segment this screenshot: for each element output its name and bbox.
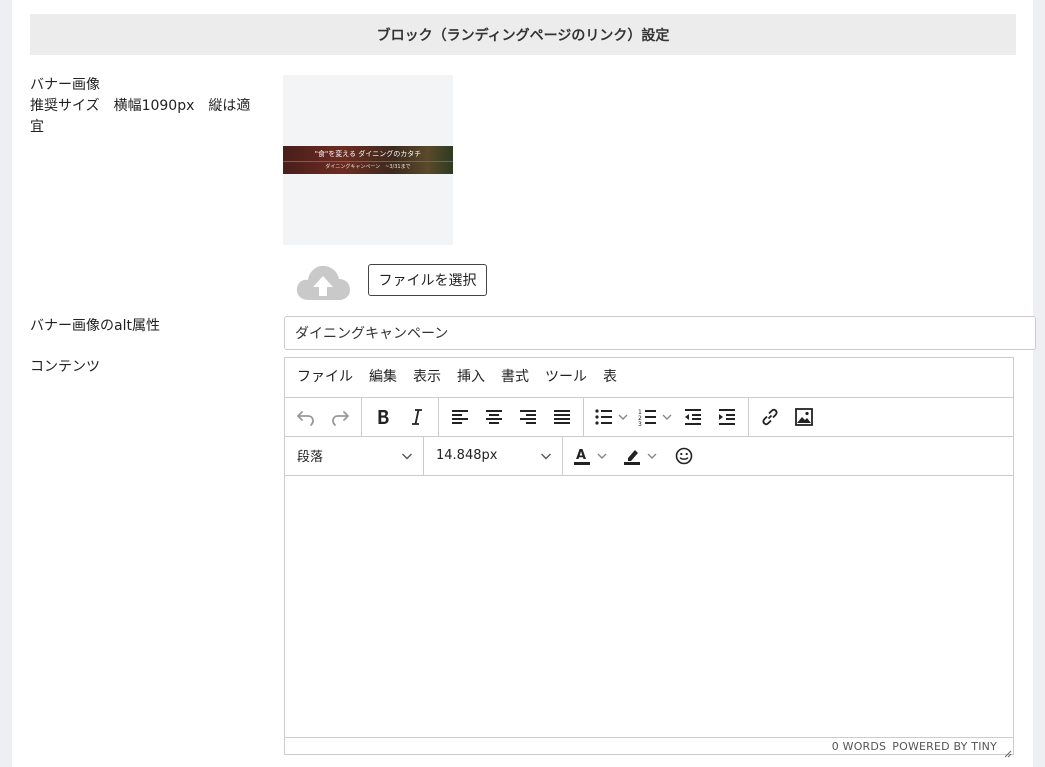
settings-panel: ブロック（ランディングページのリンク）設定 バナー画像 推奨サイズ 横幅1090… bbox=[12, 0, 1036, 767]
banner-label: バナー画像 推奨サイズ 横幅1090px 縦は適宜 bbox=[30, 75, 255, 138]
text-color-icon[interactable]: A bbox=[567, 439, 617, 473]
italic-icon[interactable] bbox=[400, 400, 434, 434]
align-center-icon[interactable] bbox=[477, 400, 511, 434]
svg-text:A: A bbox=[576, 448, 586, 463]
contents-label: コンテンツ bbox=[30, 359, 100, 375]
resize-handle-icon[interactable] bbox=[1002, 743, 1012, 758]
menu-view[interactable]: 表示 bbox=[405, 358, 449, 397]
banner-label-hint: 推奨サイズ 横幅1090px 縦は適宜 bbox=[30, 98, 251, 135]
menu-edit[interactable]: 編集 bbox=[361, 358, 405, 397]
align-left-icon[interactable] bbox=[443, 400, 477, 434]
word-count: 0 WORDS bbox=[831, 739, 887, 753]
menu-table[interactable]: 表 bbox=[595, 358, 625, 397]
editor-toolbar-row-2: 段落 14.848px A bbox=[285, 436, 1013, 476]
bold-icon[interactable] bbox=[366, 400, 400, 434]
banner-image-divider bbox=[283, 161, 453, 162]
menu-format[interactable]: 書式 bbox=[493, 358, 537, 397]
banner-image-subtext: ダイニングキャンペーン ~3/31まで bbox=[325, 164, 411, 170]
redo-icon[interactable] bbox=[323, 400, 357, 434]
align-justify-icon[interactable] bbox=[545, 400, 579, 434]
banner-label-title: バナー画像 bbox=[30, 77, 100, 93]
menu-file[interactable]: ファイル bbox=[289, 358, 361, 397]
block-format-select[interactable]: 段落 bbox=[285, 436, 424, 475]
chevron-down-icon bbox=[402, 453, 412, 459]
choose-file-button[interactable]: ファイルを選択 bbox=[368, 264, 487, 296]
emoji-icon[interactable] bbox=[667, 439, 701, 473]
highlight-color-icon[interactable] bbox=[617, 439, 667, 473]
alt-label: バナー画像のalt属性 bbox=[30, 318, 160, 334]
editor-menubar: ファイル 編集 表示 挿入 書式 ツール 表 bbox=[285, 358, 1013, 398]
section-header: ブロック（ランディングページのリンク）設定 bbox=[30, 14, 1016, 55]
font-size-value: 14.848px bbox=[436, 448, 498, 463]
outdent-icon[interactable] bbox=[676, 400, 710, 434]
editor-content-area[interactable] bbox=[285, 475, 1013, 737]
alt-text-input[interactable] bbox=[284, 316, 1036, 350]
banner-preview: "食"を変える ダイニングのカタチ ダイニングキャンペーン ~3/31まで bbox=[283, 75, 453, 245]
cloud-upload-icon[interactable] bbox=[295, 260, 351, 304]
alignment-group bbox=[439, 397, 584, 436]
align-right-icon[interactable] bbox=[511, 400, 545, 434]
numbered-list-icon[interactable]: 123 bbox=[632, 400, 676, 434]
rich-text-editor: ファイル 編集 表示 挿入 書式 ツール 表 1 2 3 段落 14.848px… bbox=[284, 357, 1014, 758]
section-title: ブロック（ランディングページのリンク）設定 bbox=[376, 27, 670, 44]
text-style-group bbox=[362, 397, 439, 436]
editor-toolbar-row-1: 123 bbox=[285, 397, 1013, 437]
undo-icon[interactable] bbox=[289, 400, 323, 434]
svg-text:3: 3 bbox=[638, 421, 642, 427]
block-format-value: 段落 bbox=[297, 450, 324, 465]
insert-group bbox=[749, 397, 825, 436]
history-group bbox=[285, 397, 362, 436]
list-group: 123 bbox=[584, 397, 749, 436]
menu-tools[interactable]: ツール bbox=[537, 358, 595, 397]
banner-image-heading: "食"を変える ダイニングのカタチ bbox=[314, 150, 422, 158]
banner-image: "食"を変える ダイニングのカタチ ダイニングキャンペーン ~3/31まで bbox=[283, 146, 453, 174]
powered-by-link[interactable]: POWERED BY TINY bbox=[892, 740, 997, 753]
editor-statusbar: 0 WORDS POWERED BY TINY bbox=[285, 737, 1013, 754]
indent-icon[interactable] bbox=[710, 400, 744, 434]
bullet-list-icon[interactable] bbox=[588, 400, 632, 434]
link-icon[interactable] bbox=[753, 400, 787, 434]
chevron-down-icon bbox=[541, 453, 551, 459]
image-icon[interactable] bbox=[787, 400, 821, 434]
font-size-select[interactable]: 14.848px bbox=[424, 436, 563, 475]
color-group: A bbox=[563, 436, 705, 475]
menu-insert[interactable]: 挿入 bbox=[449, 358, 493, 397]
